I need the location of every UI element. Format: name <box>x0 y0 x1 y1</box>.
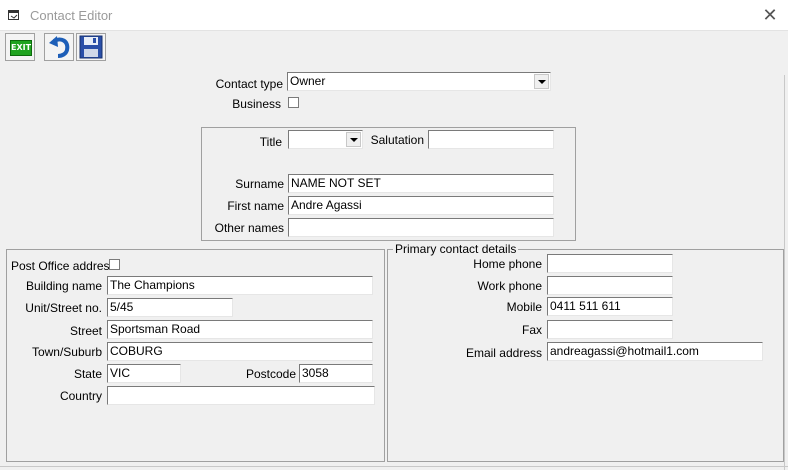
close-button[interactable]: ✕ <box>758 4 782 26</box>
building-name-field[interactable]: The Champions <box>107 276 373 295</box>
country-field[interactable] <box>107 386 375 405</box>
street-field[interactable]: Sportsman Road <box>107 320 373 339</box>
town-suburb-field[interactable]: COBURG <box>107 342 373 361</box>
country-label: Country <box>59 389 102 403</box>
other-names-label: Other names <box>214 221 284 235</box>
building-name-label: Building name <box>25 279 102 293</box>
salutation-field[interactable] <box>428 130 554 149</box>
contact-type-dropdown-button[interactable] <box>534 74 549 89</box>
postcode-label: Postcode <box>245 367 296 381</box>
exit-button[interactable]: EXIT <box>5 33 35 61</box>
email-address-label: Email address <box>465 346 542 360</box>
surname-field[interactable]: NAME NOT SET <box>288 174 554 193</box>
window-bottom-edge <box>0 466 788 467</box>
contact-details-legend: Primary contact details <box>393 242 519 256</box>
email-address-field[interactable]: andreagassi@hotmail1.com <box>547 342 763 361</box>
window-right-edge <box>784 75 788 470</box>
street-label: Street <box>69 324 102 338</box>
first-name-field[interactable]: Andre Agassi <box>288 196 554 215</box>
first-name-label: First name <box>227 199 284 213</box>
mobile-field[interactable]: 0411 511 611 <box>547 297 673 316</box>
state-field[interactable]: VIC <box>107 364 181 383</box>
work-phone-label: Work phone <box>477 279 542 293</box>
po-address-label: Post Office address <box>11 259 116 273</box>
contact-type-select[interactable]: Owner <box>287 72 551 91</box>
fax-field[interactable] <box>547 320 673 339</box>
business-label: Business <box>232 97 281 111</box>
window-title: Contact Editor <box>30 8 113 23</box>
window-icon <box>8 10 19 20</box>
exit-icon: EXIT <box>10 40 32 56</box>
other-names-field[interactable] <box>288 218 554 237</box>
contact-type-value: Owner <box>290 74 326 88</box>
title-bar: Contact Editor ✕ <box>0 0 788 31</box>
work-phone-field[interactable] <box>547 276 673 295</box>
close-icon: ✕ <box>762 5 778 25</box>
title-dropdown-button[interactable] <box>346 132 361 147</box>
undo-icon <box>49 36 70 58</box>
state-label: State <box>73 367 102 381</box>
save-button[interactable] <box>76 33 106 61</box>
chevron-down-icon <box>538 80 546 84</box>
postcode-field[interactable]: 3058 <box>299 364 373 383</box>
salutation-label: Salutation <box>370 133 424 147</box>
unit-street-no-field[interactable]: 5/45 <box>107 298 233 317</box>
undo-button[interactable] <box>44 33 74 61</box>
surname-label: Surname <box>235 177 284 191</box>
unit-street-no-label: Unit/Street no. <box>25 301 102 315</box>
save-icon <box>79 35 103 59</box>
home-phone-label: Home phone <box>473 257 542 271</box>
title-select[interactable] <box>288 130 363 149</box>
fax-label: Fax <box>521 323 542 337</box>
mobile-label: Mobile <box>506 300 542 314</box>
home-phone-field[interactable] <box>547 254 673 273</box>
business-checkbox[interactable] <box>288 97 299 108</box>
po-address-checkbox[interactable] <box>109 259 120 270</box>
town-suburb-label: Town/Suburb <box>31 345 102 359</box>
title-label: Title <box>259 135 282 149</box>
contact-type-label: Contact type <box>215 77 283 91</box>
chevron-down-icon <box>350 138 358 142</box>
